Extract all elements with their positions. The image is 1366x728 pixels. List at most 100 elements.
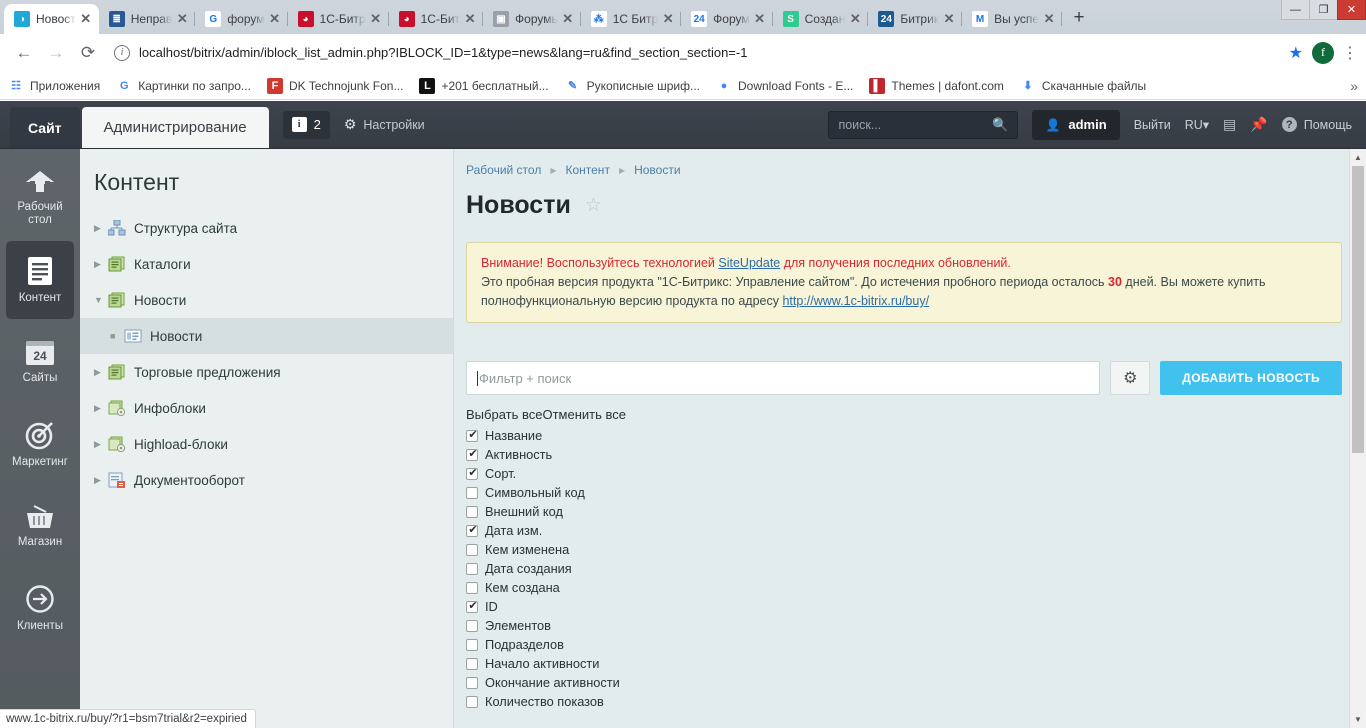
tab-site[interactable]: Сайт [10,107,80,148]
checkbox[interactable] [466,505,478,518]
close-icon[interactable]: ✕ [175,12,189,26]
column-checkbox-row[interactable]: Внешний код [466,502,1366,521]
reload-icon[interactable]: ⟳ [74,39,102,67]
bookmark-item[interactable]: ● Download Fonts - E... [716,77,853,94]
column-checkbox-row[interactable]: Дата изм. [466,521,1366,540]
keyboard-icon[interactable]: ▤ [1223,116,1236,133]
rail-item-arrow-circle[interactable]: Клиенты [6,569,74,647]
minimize-button[interactable]: — [1281,0,1310,20]
tab-administration[interactable]: Администрирование [81,107,269,148]
user-button[interactable]: 👤 admin [1032,109,1120,140]
column-checkbox-row[interactable]: Начало активности [466,654,1366,673]
help-link[interactable]: ? Помощь [1281,117,1352,132]
bookmark-item[interactable]: ▌ Themes | dafont.com [869,77,1004,94]
menu-tree-item[interactable]: ▶ Highload-блоки [80,426,453,462]
select-all-link[interactable]: Выбрать все [466,407,542,422]
browser-tab[interactable]: S Создан ✕ [773,4,869,34]
checkbox[interactable] [466,562,478,575]
rail-item-bitrix24-window[interactable]: 24 Сайты [6,323,74,401]
column-checkbox-row[interactable]: Кем создана [466,578,1366,597]
browser-tab[interactable]: ◕ 1С-Бит ✕ [389,4,484,34]
browser-tab[interactable]: ▣ Форумь ✕ [483,4,581,34]
bookmarks-overflow-icon[interactable]: » [1350,78,1358,94]
new-tab-button[interactable]: + [1065,4,1093,32]
breadcrumb-item[interactable]: Рабочий стол [466,163,541,177]
chevron-right-icon[interactable]: ▶ [94,223,108,234]
column-checkbox-row[interactable]: Сорт. [466,464,1366,483]
chrome-menu-icon[interactable]: ⋮ [1342,43,1358,63]
close-icon[interactable]: ✕ [268,12,282,26]
bookmark-item[interactable]: L +201 бесплатный... [419,77,549,94]
checkbox[interactable] [466,428,479,442]
add-news-button[interactable]: ДОБАВИТЬ НОВОСТЬ [1160,361,1342,395]
back-icon[interactable]: ← [10,39,38,67]
column-checkbox-row[interactable]: Название [466,426,1366,445]
checkbox[interactable] [466,619,478,632]
filter-search-input[interactable]: Фильтр + поиск [466,361,1101,395]
browser-tab[interactable]: ◑ Новост ✕ [4,4,99,34]
bookmark-item[interactable]: G Картинки по запро... [116,77,251,94]
search-input[interactable]: поиск... 🔍 [828,110,1019,139]
checkbox[interactable] [466,486,478,499]
siteupdate-link[interactable]: SiteUpdate [718,256,780,270]
chevron-right-icon[interactable]: ▶ [94,259,108,270]
chevron-right-icon[interactable]: ▶ [94,403,108,414]
breadcrumb-item[interactable]: Контент [565,163,609,177]
column-checkbox-row[interactable]: ID [466,597,1366,616]
rail-item-document[interactable]: Контент [6,241,74,319]
deselect-all-link[interactable]: Отменить все [542,407,626,422]
close-icon[interactable]: ✕ [942,12,956,26]
bookmark-star-icon[interactable]: ★ [1289,43,1303,63]
browser-tab[interactable]: Gфорум ✕ [195,4,288,34]
browser-tab[interactable]: 24 Битрик ✕ [868,4,962,34]
avatar[interactable]: f [1312,41,1334,64]
page-scrollbar[interactable]: ▲ ▼ [1349,149,1366,728]
browser-tab[interactable]: 24 Форум ✕ [681,4,774,34]
rail-item-basket[interactable]: Магазин [6,487,74,565]
browser-tab[interactable]: ⁂ 1С Битр ✕ [581,4,682,34]
checkbox[interactable] [466,676,478,689]
search-icon[interactable]: 🔍 [992,117,1008,133]
filter-settings-button[interactable]: ⚙ [1110,361,1151,395]
site-info-icon[interactable]: i [114,44,130,61]
close-icon[interactable]: ✕ [753,12,767,26]
bookmark-item[interactable]: ✎ Рукописные шриф... [564,77,700,94]
menu-tree-item[interactable]: ■ Новости [80,318,453,354]
checkbox[interactable] [466,581,478,594]
language-selector[interactable]: RU▾ [1185,117,1209,132]
close-window-button[interactable]: ✕ [1337,0,1366,20]
column-checkbox-row[interactable]: Символьный код [466,483,1366,502]
menu-tree-item[interactable]: ▶ Структура сайта [80,210,453,246]
close-icon[interactable]: ✕ [1042,12,1056,26]
browser-tab[interactable]: ≣ Неправ ✕ [99,4,196,34]
buy-link[interactable]: http://www.1c-bitrix.ru/buy/ [782,294,929,308]
close-icon[interactable]: ✕ [661,12,675,26]
checkbox[interactable] [466,657,478,670]
column-checkbox-row[interactable]: Подразделов [466,635,1366,654]
bookmark-item[interactable]: F DK Technojunk Fon... [266,77,403,94]
browser-tab[interactable]: M Вы успе ✕ [962,4,1063,34]
scroll-down-icon[interactable]: ▼ [1350,711,1366,728]
close-icon[interactable]: ✕ [848,12,862,26]
close-icon[interactable]: ✕ [463,12,477,26]
browser-tab[interactable]: ◕ 1С-Битр ✕ [288,4,389,34]
bookmark-item[interactable]: ☷ Приложения [8,77,100,94]
checkbox[interactable] [466,695,478,708]
chevron-down-icon[interactable]: ▼ [94,295,108,305]
column-checkbox-row[interactable]: Элементов [466,616,1366,635]
checkbox[interactable] [466,543,478,556]
column-checkbox-row[interactable]: Кем изменена [466,540,1366,559]
rail-item-target[interactable]: Маркетинг [6,405,74,483]
scroll-up-icon[interactable]: ▲ [1350,149,1366,166]
checkbox[interactable] [466,638,478,651]
menu-tree-item[interactable]: ▶ Инфоблоки [80,390,453,426]
column-checkbox-row[interactable]: Окончание активности [466,673,1366,692]
forward-icon[interactable]: → [42,39,70,67]
chevron-right-icon[interactable]: ▶ [94,367,108,378]
menu-tree-item[interactable]: ▶ Каталоги [80,246,453,282]
checkbox[interactable] [466,523,479,537]
bullet-icon[interactable]: ■ [110,331,124,341]
settings-link[interactable]: ⚙ Настройки [344,116,425,133]
star-outline-icon[interactable]: ☆ [585,194,602,217]
column-checkbox-row[interactable]: Количество показов [466,692,1366,711]
